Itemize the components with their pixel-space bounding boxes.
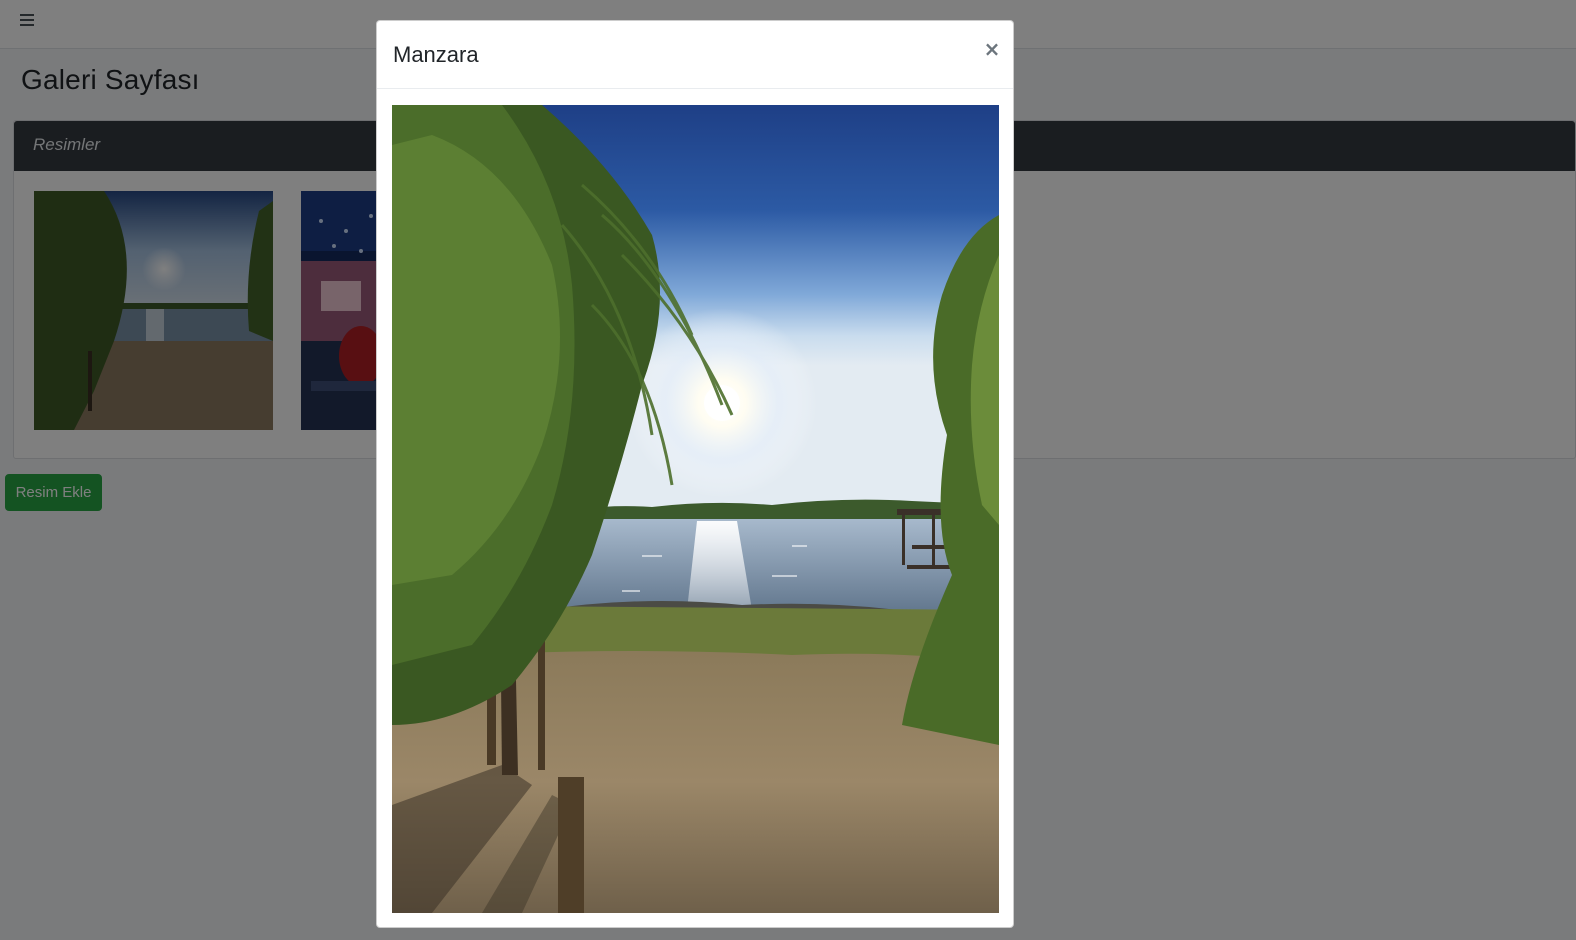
modal-landscape-image — [392, 105, 999, 913]
modal-title: Manzara — [393, 42, 479, 67]
close-icon[interactable]: × — [980, 35, 1004, 63]
image-modal: Manzara × — [376, 20, 1014, 928]
modal-header: Manzara × — [377, 21, 1013, 89]
